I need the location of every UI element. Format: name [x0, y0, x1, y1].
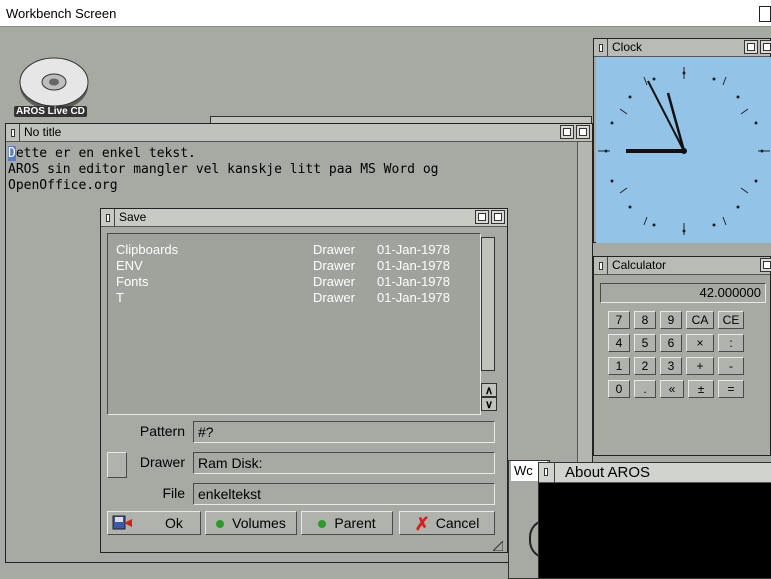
calculator-display: 42.000000	[600, 283, 766, 303]
key-3[interactable]: 3	[660, 357, 682, 375]
key-ce[interactable]: CE	[718, 311, 744, 329]
file-name: ENV	[116, 258, 143, 273]
file-kind: Drawer	[313, 290, 355, 305]
zoom-icon[interactable]	[475, 210, 489, 224]
key-5[interactable]: 5	[634, 334, 656, 352]
scroll-down-icon[interactable]: ∨	[481, 397, 497, 411]
save-dialog[interactable]: Save Clipboards Drawer 01-Jan-1978 ENV D…	[100, 208, 508, 553]
close-icon[interactable]	[594, 257, 608, 274]
clock-window[interactable]: Clock	[593, 38, 771, 243]
cancel-x-icon: ✗	[414, 514, 430, 535]
drawer-input[interactable]: Ram Disk:	[193, 452, 495, 474]
text-cursor: D	[8, 146, 16, 161]
file-kind: Drawer	[313, 242, 355, 257]
editor-title: No title	[24, 125, 62, 139]
key-plus[interactable]: +	[686, 357, 714, 375]
about-aros-window[interactable]: About AROS	[538, 462, 771, 579]
file-name: T	[116, 290, 124, 305]
key-divide[interactable]: :	[718, 334, 744, 352]
file-input[interactable]: enkeltekst	[193, 483, 495, 505]
pattern-label: Pattern	[139, 423, 185, 439]
pattern-input[interactable]: #?	[193, 421, 495, 443]
volumes-button[interactable]: Volumes	[205, 511, 297, 535]
key-4[interactable]: 4	[608, 334, 630, 352]
drawer-label: Drawer	[139, 454, 185, 470]
parent-label: Parent	[334, 515, 376, 531]
green-dot-icon	[318, 520, 327, 529]
clock-dial-icon	[598, 67, 770, 235]
depth-icon[interactable]	[760, 258, 771, 272]
key-1[interactable]: 1	[608, 357, 630, 375]
clock-face	[596, 57, 771, 243]
green-dot-icon	[216, 520, 225, 529]
key-6[interactable]: 6	[660, 334, 682, 352]
file-name: Clipboards	[116, 242, 179, 257]
cancel-label: Cancel	[435, 515, 480, 531]
key-backspace[interactable]: «	[660, 380, 684, 398]
parent-button[interactable]: Parent	[301, 511, 393, 535]
key-9[interactable]: 9	[660, 311, 682, 329]
file-date: 01-Jan-1978	[377, 258, 450, 273]
depth-icon[interactable]	[491, 210, 505, 224]
clock-titlebar[interactable]: Clock	[594, 39, 771, 57]
close-icon[interactable]	[539, 463, 555, 483]
disk-icon-label[interactable]: AROS Live CD	[14, 106, 87, 117]
screen-title: Workbench Screen	[6, 6, 117, 21]
file-date: 01-Jan-1978	[377, 274, 450, 289]
ok-button[interactable]: Ok	[107, 511, 201, 535]
editor-line-1: ette er en enkel tekst.	[15, 146, 196, 161]
about-titlebar[interactable]: About AROS	[539, 463, 771, 483]
about-title: About AROS	[565, 464, 651, 481]
zoom-icon[interactable]	[560, 125, 574, 139]
key-dot[interactable]: .	[634, 380, 656, 398]
scroll-up-icon[interactable]: ∧	[481, 383, 497, 397]
editor-titlebar[interactable]: No title	[6, 124, 592, 142]
clock-title: Clock	[612, 40, 643, 54]
key-8[interactable]: 8	[634, 311, 656, 329]
editor-text-area[interactable]: Dette er en enkel tekst. AROS sin editor…	[8, 146, 438, 194]
screen-titlebar: Workbench Screen	[0, 0, 771, 27]
file-kind: Drawer	[313, 274, 355, 289]
ok-label: Ok	[165, 515, 183, 531]
volumes-label: Volumes	[232, 515, 286, 531]
close-icon[interactable]	[101, 209, 115, 226]
calculator-titlebar[interactable]: Calculator	[594, 257, 771, 275]
zoom-icon[interactable]	[744, 40, 758, 54]
close-icon[interactable]	[594, 39, 608, 56]
calculator-title: Calculator	[612, 258, 667, 272]
key-ca[interactable]: CA	[686, 311, 714, 329]
key-sign[interactable]: ±	[688, 380, 714, 398]
editor-line-2: AROS sin editor mangler vel kanskje litt…	[8, 162, 439, 177]
cd-disk-icon[interactable]	[18, 52, 90, 112]
cancel-button[interactable]: ✗ Cancel	[399, 511, 495, 535]
save-disk-icon	[112, 515, 132, 530]
save-title: Save	[119, 210, 147, 224]
key-0[interactable]: 0	[608, 380, 630, 398]
file-name: Fonts	[116, 274, 149, 289]
calculator-window[interactable]: Calculator 42.000000 7 8 9 CA CE 4 5 6 ×…	[593, 256, 771, 456]
file-date: 01-Jan-1978	[377, 290, 450, 305]
file-date: 01-Jan-1978	[377, 242, 450, 257]
depth-icon[interactable]	[760, 40, 771, 54]
file-label: File	[162, 485, 185, 501]
key-multiply[interactable]: ×	[686, 334, 714, 352]
editor-line-3: OpenOffice.org	[8, 178, 118, 193]
file-kind: Drawer	[313, 258, 355, 273]
close-icon[interactable]	[6, 124, 20, 141]
screen-depth-icon[interactable]	[759, 6, 771, 22]
file-list[interactable]: Clipboards Drawer 01-Jan-1978 ENV Drawer…	[107, 233, 481, 415]
key-minus[interactable]: -	[718, 357, 744, 375]
key-7[interactable]: 7	[608, 311, 630, 329]
save-titlebar[interactable]: Save	[101, 209, 507, 227]
depth-icon[interactable]	[576, 125, 590, 139]
resize-icon[interactable]	[493, 541, 503, 551]
scrollbar-knob[interactable]	[481, 237, 495, 371]
key-2[interactable]: 2	[634, 357, 656, 375]
key-equals[interactable]: =	[718, 380, 744, 398]
